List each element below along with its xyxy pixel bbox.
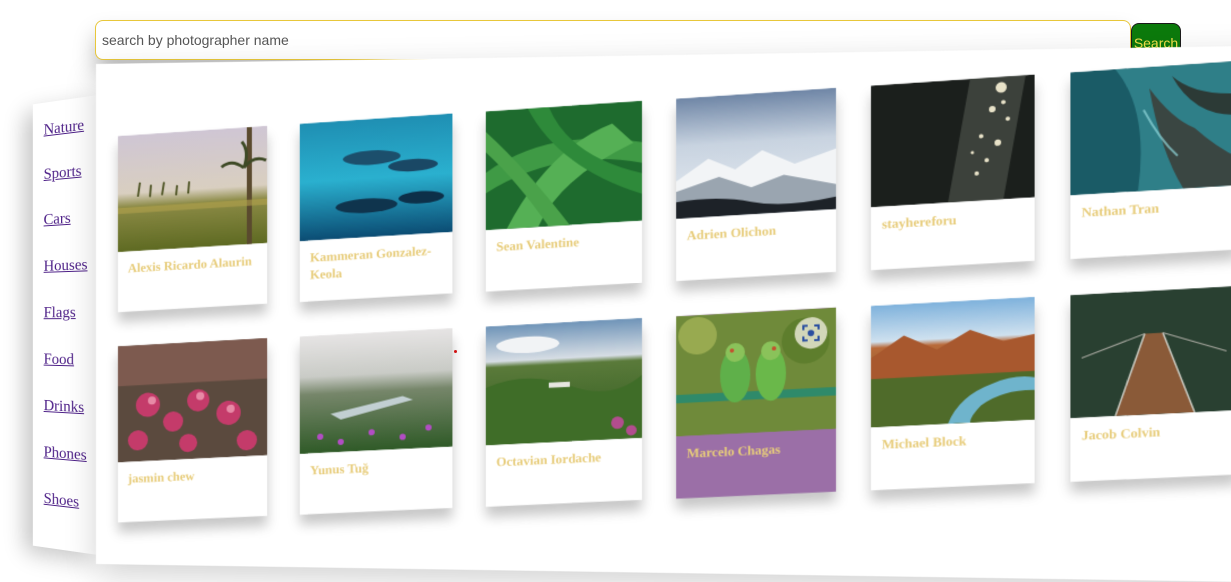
aerial-coast-photo <box>1070 61 1231 196</box>
photographer-name: jasmin chew <box>127 468 195 486</box>
forest-bridge-photo <box>1070 285 1231 419</box>
sidebar-item-cars[interactable]: Cars <box>44 210 71 229</box>
photographer-name: Jacob Colvin <box>1081 424 1161 444</box>
sidebar-item-food[interactable]: Food <box>44 351 74 369</box>
photographer-name: Michael Block <box>881 433 967 453</box>
sunlit-water-photo <box>870 74 1035 208</box>
sidebar-item-houses[interactable]: Houses <box>44 256 88 275</box>
green-leaves-photo <box>485 100 642 231</box>
valley-lake-flowers-photo <box>299 328 453 454</box>
photo-card[interactable]: Adrien Olichon <box>676 87 837 281</box>
photographer-name: Octavian Iordache <box>496 450 602 470</box>
photo-card-highlighted[interactable]: Marcelo Chagas <box>676 307 837 499</box>
photo-card[interactable]: stayhereforu <box>870 74 1035 271</box>
photographer-name: Yunus Tuğ <box>310 460 369 478</box>
dolphins-underwater-photo <box>299 113 453 242</box>
photo-card[interactable]: Kammeran Gonzalez-Keola <box>299 113 453 302</box>
palm-trees-field-photo <box>117 125 268 253</box>
photographer-name: Sean Valentine <box>496 234 580 255</box>
green-hills-photo <box>485 317 642 446</box>
photo-card[interactable]: Yunus Tuğ <box>299 328 453 515</box>
photo-card[interactable]: Octavian Iordache <box>485 317 642 507</box>
photographer-name: Nathan Tran <box>1081 200 1160 221</box>
pink-flowers-photo <box>117 338 268 463</box>
sidebar-item-flags[interactable]: Flags <box>44 304 76 322</box>
photo-card[interactable]: jasmin chew <box>117 338 268 523</box>
photographer-name: Marcelo Chagas <box>686 441 781 461</box>
photo-card[interactable]: Michael Block <box>870 296 1035 491</box>
sidebar-item-nature[interactable]: Nature <box>44 117 84 140</box>
sidebar-item-drinks[interactable]: Drinks <box>44 397 84 417</box>
photo-gallery: Alexis Ricardo Alaurin Kammeran Gonzalez… <box>96 45 1231 582</box>
category-sidebar: Nature Sports Cars Houses Flags Food Dri… <box>32 95 98 555</box>
photographer-name: Alexis Ricardo Alaurin <box>127 254 252 276</box>
stray-dot <box>454 350 457 353</box>
sidebar-item-shoes[interactable]: Shoes <box>44 490 79 512</box>
photo-card[interactable]: Sean Valentine <box>485 100 642 292</box>
sidebar-item-sports[interactable]: Sports <box>44 163 82 184</box>
photographer-name: Adrien Olichon <box>686 223 777 244</box>
canyon-river-photo <box>870 296 1035 428</box>
sidebar-item-phones[interactable]: Phones <box>44 444 87 465</box>
photo-card[interactable]: Jacob Colvin <box>1070 285 1231 482</box>
photographer-name: stayhereforu <box>881 212 957 232</box>
photo-card[interactable]: Nathan Tran <box>1070 61 1231 259</box>
photographer-name: Kammeran Gonzalez-Keola <box>310 243 432 283</box>
snowy-mountains-photo <box>676 87 837 219</box>
visual-search-icon[interactable] <box>794 316 828 350</box>
photo-card[interactable]: Alexis Ricardo Alaurin <box>117 125 268 313</box>
